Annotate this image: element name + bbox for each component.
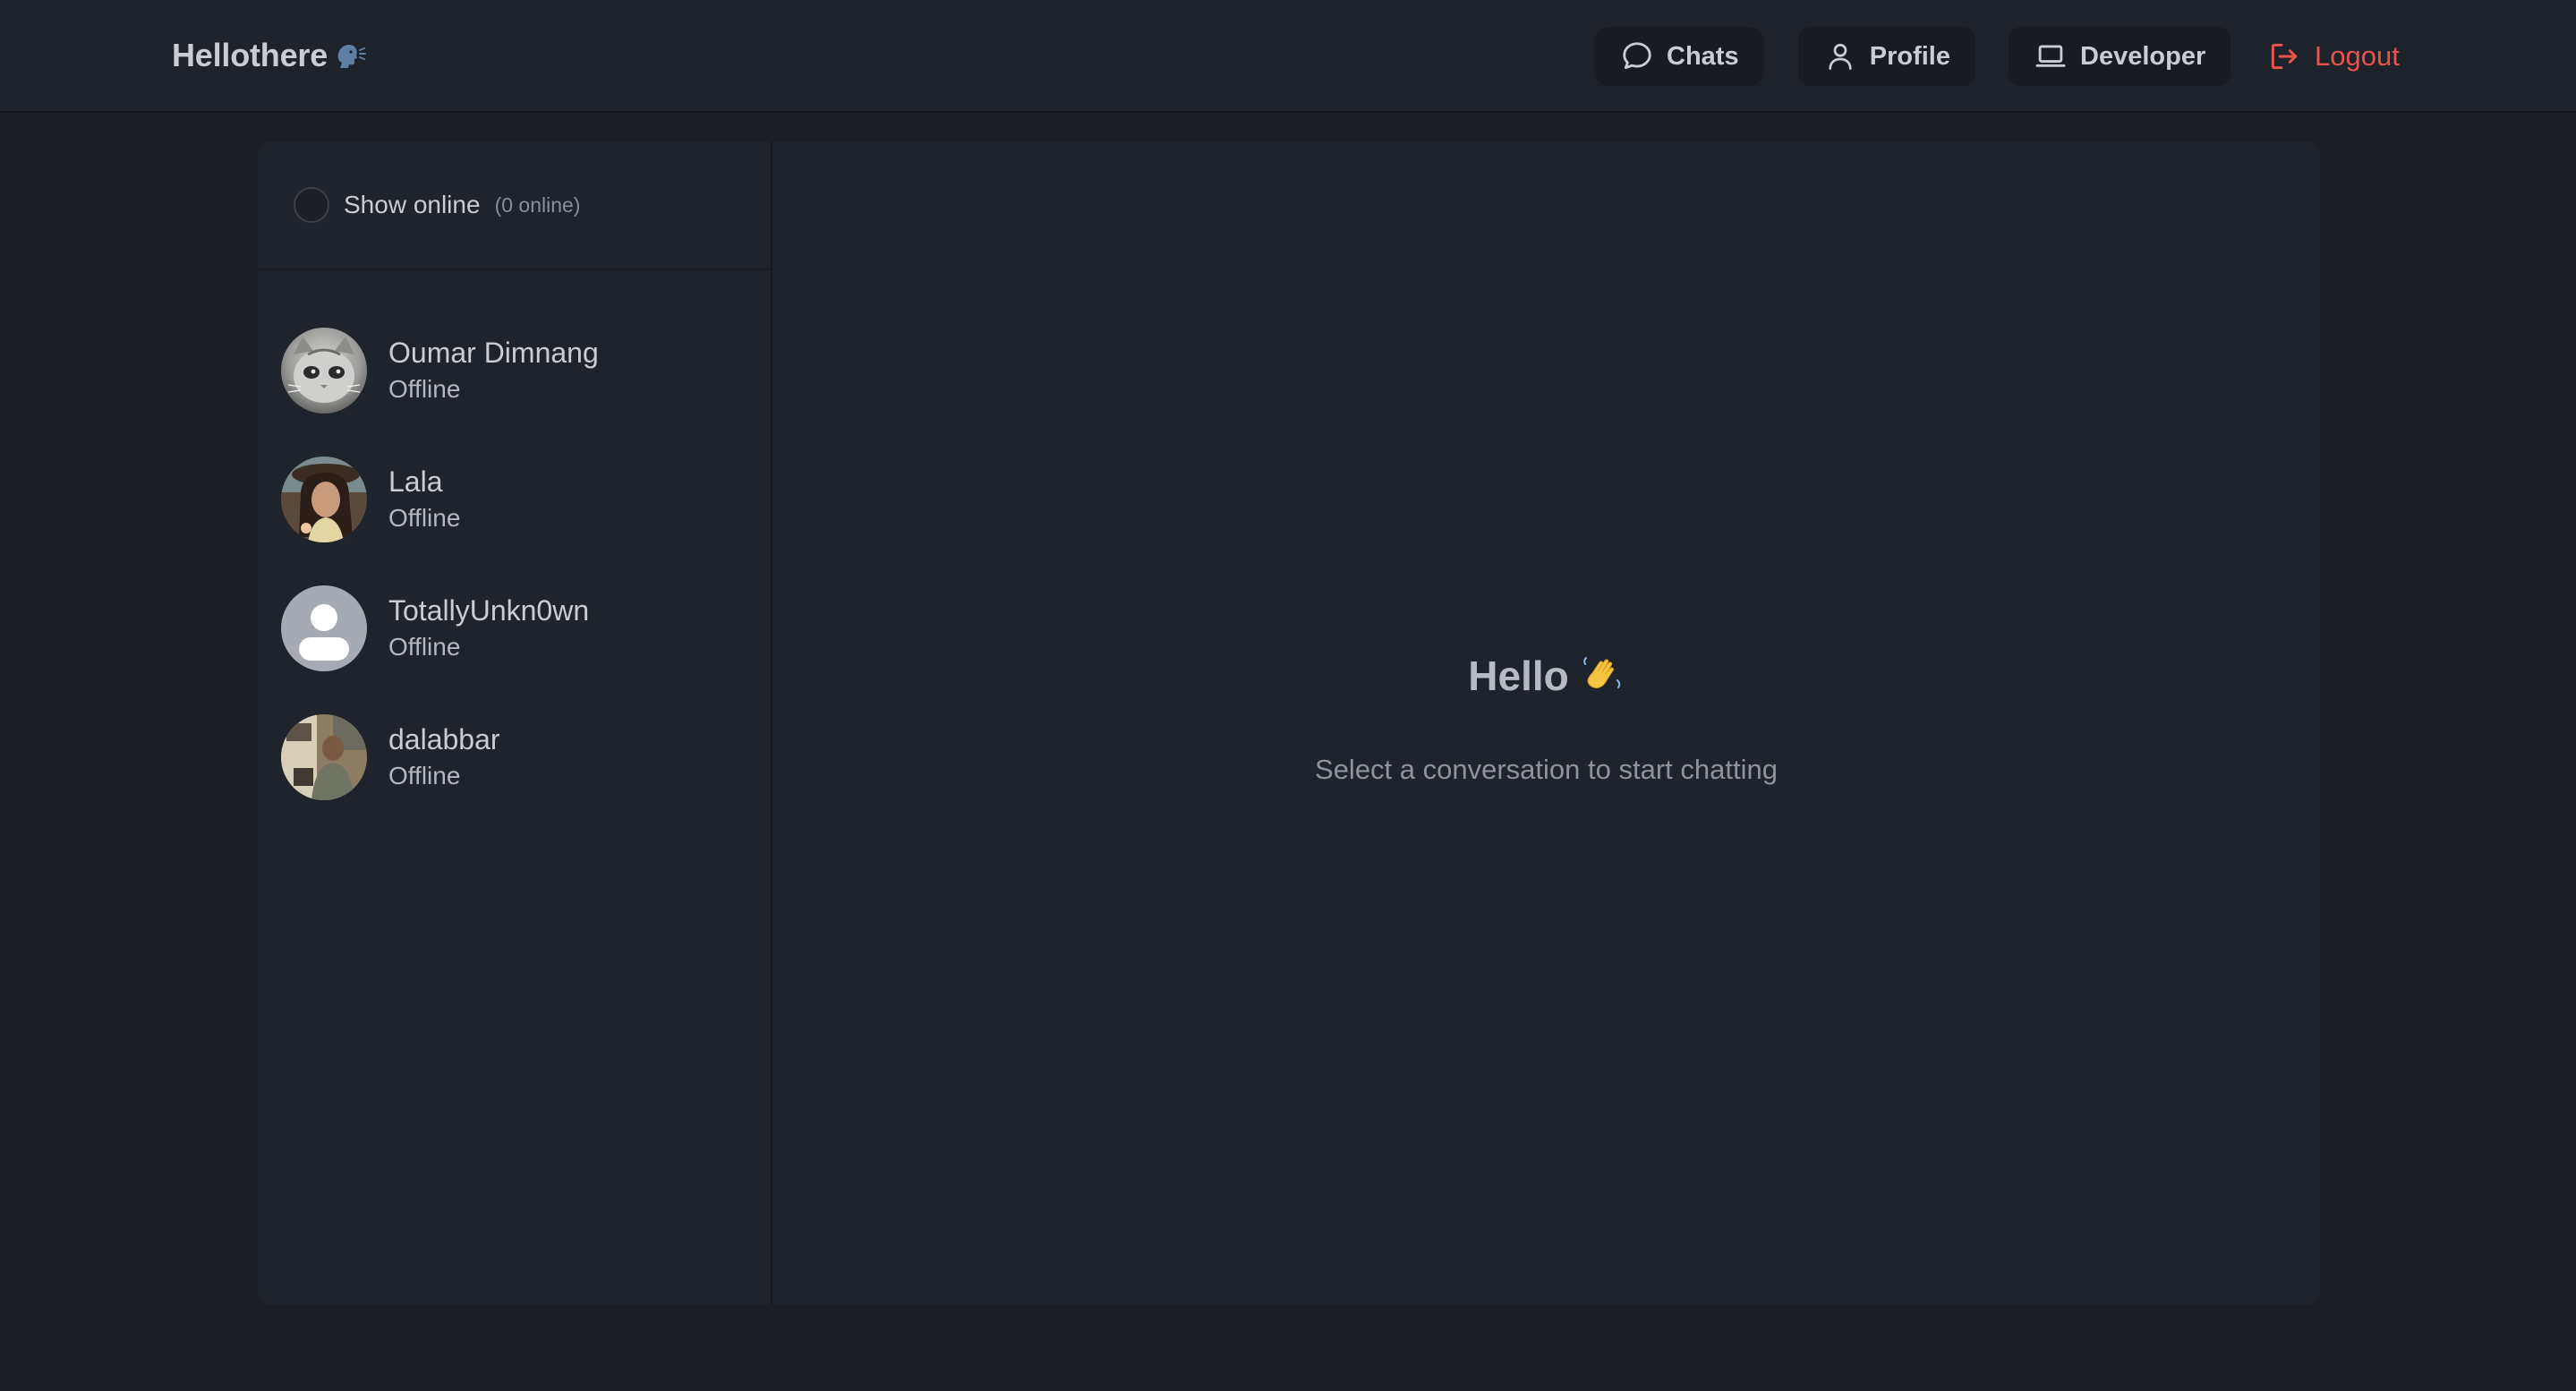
contact-info: Lala Offline xyxy=(388,463,460,536)
welcome-subtitle: Select a conversation to start chatting xyxy=(1315,754,1778,785)
contact-name: Oumar Dimnang xyxy=(388,337,599,369)
nav-profile-label: Profile xyxy=(1869,41,1950,71)
speaking-head-icon xyxy=(335,41,367,70)
contact-item[interactable]: Oumar Dimnang Offline xyxy=(258,311,771,430)
conversation-placeholder: Hello Select a conversation to start cha… xyxy=(772,141,2320,1305)
nav-chats-button[interactable]: Chats xyxy=(1595,27,1763,86)
contact-info: Oumar Dimnang Offline xyxy=(388,334,599,407)
chat-panel: Show online (0 online) Oumar Dimnang Off… xyxy=(258,141,2320,1305)
contact-status: Offline xyxy=(388,633,461,661)
brand-name: Hellothere xyxy=(172,37,328,73)
nav-chats-label: Chats xyxy=(1667,41,1739,71)
contacts-sidebar: Show online (0 online) Oumar Dimnang Off… xyxy=(258,141,772,1305)
welcome-title-text: Hello xyxy=(1468,653,1569,699)
person-photo-avatar xyxy=(281,714,367,800)
waving-hand-icon xyxy=(1580,653,1625,698)
laptop-icon xyxy=(2034,38,2068,74)
top-navbar: Hellothere Chats Profile Developer Logou… xyxy=(0,0,2576,113)
show-online-checkbox[interactable] xyxy=(294,187,329,223)
nav-developer-label: Developer xyxy=(2080,41,2206,71)
contact-status: Offline xyxy=(388,762,461,789)
contact-item[interactable]: dalabbar Offline xyxy=(258,698,771,816)
logout-button[interactable]: Logout xyxy=(2256,27,2415,86)
brand[interactable]: Hellothere xyxy=(172,34,367,77)
nav-developer-button[interactable]: Developer xyxy=(2009,27,2231,86)
user-icon xyxy=(1823,38,1857,74)
contact-info: TotallyUnkn0wn Offline xyxy=(388,592,589,665)
contact-name: dalabbar xyxy=(388,723,500,755)
contact-status: Offline xyxy=(388,504,461,532)
contact-status: Offline xyxy=(388,375,461,403)
logout-label: Logout xyxy=(2315,40,2400,72)
person-photo-avatar xyxy=(281,457,367,542)
contact-item[interactable]: Lala Offline xyxy=(258,440,771,559)
online-filter: Show online (0 online) xyxy=(258,141,771,270)
contact-item[interactable]: TotallyUnkn0wn Offline xyxy=(258,569,771,687)
contact-name: TotallyUnkn0wn xyxy=(388,594,590,627)
show-online-label[interactable]: Show online xyxy=(344,191,481,219)
logout-icon xyxy=(2266,38,2302,74)
contact-info: dalabbar Offline xyxy=(388,721,500,794)
cat-photo-avatar xyxy=(281,328,367,414)
welcome-title: Hello xyxy=(772,652,2320,700)
chat-bubble-icon xyxy=(1620,38,1654,74)
contact-name: Lala xyxy=(388,465,443,498)
default-user-avatar xyxy=(281,585,367,671)
online-count: (0 online) xyxy=(494,192,581,217)
nav-profile-button[interactable]: Profile xyxy=(1798,27,1975,86)
